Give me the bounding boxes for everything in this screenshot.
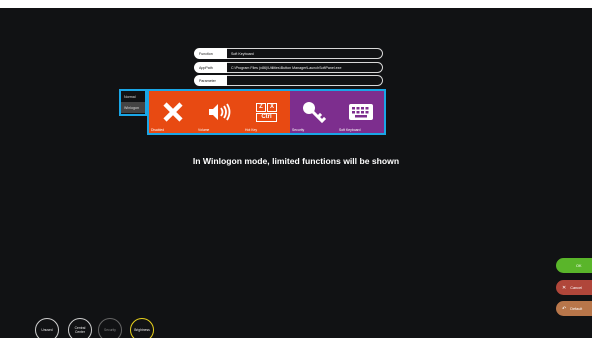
tile-caption: Security xyxy=(292,128,305,132)
security-label: Security xyxy=(104,328,116,332)
tile-disabled[interactable]: Disabled xyxy=(149,91,196,133)
hotkey-key-x: X xyxy=(267,102,277,112)
volume-icon xyxy=(208,103,230,121)
central-center-label: Central Center xyxy=(74,326,86,334)
brightness-label: Brightness xyxy=(134,328,150,332)
mode-selector: Normal Winlogon xyxy=(119,89,147,116)
central-center-button[interactable]: Central Center xyxy=(68,318,92,338)
mode-winlogon[interactable]: Winlogon xyxy=(121,102,145,113)
hotkey-icon: Z X Ctrl xyxy=(256,102,277,122)
default-label: Default xyxy=(570,306,583,311)
function-value[interactable]: Soft Keyboard xyxy=(227,48,383,59)
cancel-label: Cancel xyxy=(570,285,583,290)
default-button[interactable]: ↶ Default xyxy=(556,301,592,316)
ok-label: OK xyxy=(576,263,582,268)
undo-icon: ↶ xyxy=(562,305,567,312)
unused-label: Unused xyxy=(41,328,53,332)
security-button[interactable]: Security xyxy=(98,318,122,338)
parameter-field[interactable]: Parameter xyxy=(194,75,383,86)
parameter-input[interactable] xyxy=(227,75,383,86)
apppath-label: AppPath xyxy=(194,62,227,73)
winlogon-message: In Winlogon mode, limited functions will… xyxy=(192,156,400,166)
tile-caption: Soft Keyboard xyxy=(339,128,361,132)
cancel-button[interactable]: ✕ Cancel xyxy=(556,280,592,295)
hotkey-key-z: Z xyxy=(256,102,266,112)
top-bar xyxy=(0,0,592,8)
unused-button[interactable]: Unused xyxy=(35,318,59,338)
function-label: Function xyxy=(194,48,227,59)
tile-soft-keyboard[interactable]: Soft Keyboard xyxy=(337,91,384,133)
mode-normal[interactable]: Normal xyxy=(121,91,145,102)
tile-hot-key[interactable]: Z X Ctrl Hot Key xyxy=(243,91,290,133)
hotkey-key-ctrl: Ctrl xyxy=(256,112,277,122)
tile-caption: Disabled xyxy=(151,128,165,132)
close-icon: ✕ xyxy=(562,284,567,291)
tile-volume[interactable]: Volume xyxy=(196,91,243,133)
tile-security[interactable]: Security xyxy=(290,91,337,133)
keyboard-icon xyxy=(348,104,373,120)
apppath-input[interactable]: C:\Program Files (x86)\Utilities\Button … xyxy=(227,62,383,73)
tile-caption: Hot Key xyxy=(245,128,258,132)
function-field[interactable]: Function Soft Keyboard xyxy=(194,48,383,59)
close-icon xyxy=(162,102,183,122)
tile-caption: Volume xyxy=(198,128,210,132)
ok-button[interactable]: OK xyxy=(556,258,592,273)
function-tiles: Disabled Volume Z X Ctrl Hot Key Securit… xyxy=(147,89,386,135)
parameter-label: Parameter xyxy=(194,75,227,86)
key-icon xyxy=(302,102,326,123)
brightness-button[interactable]: Brightness xyxy=(130,318,154,338)
apppath-field[interactable]: AppPath C:\Program Files (x86)\Utilities… xyxy=(194,62,383,73)
